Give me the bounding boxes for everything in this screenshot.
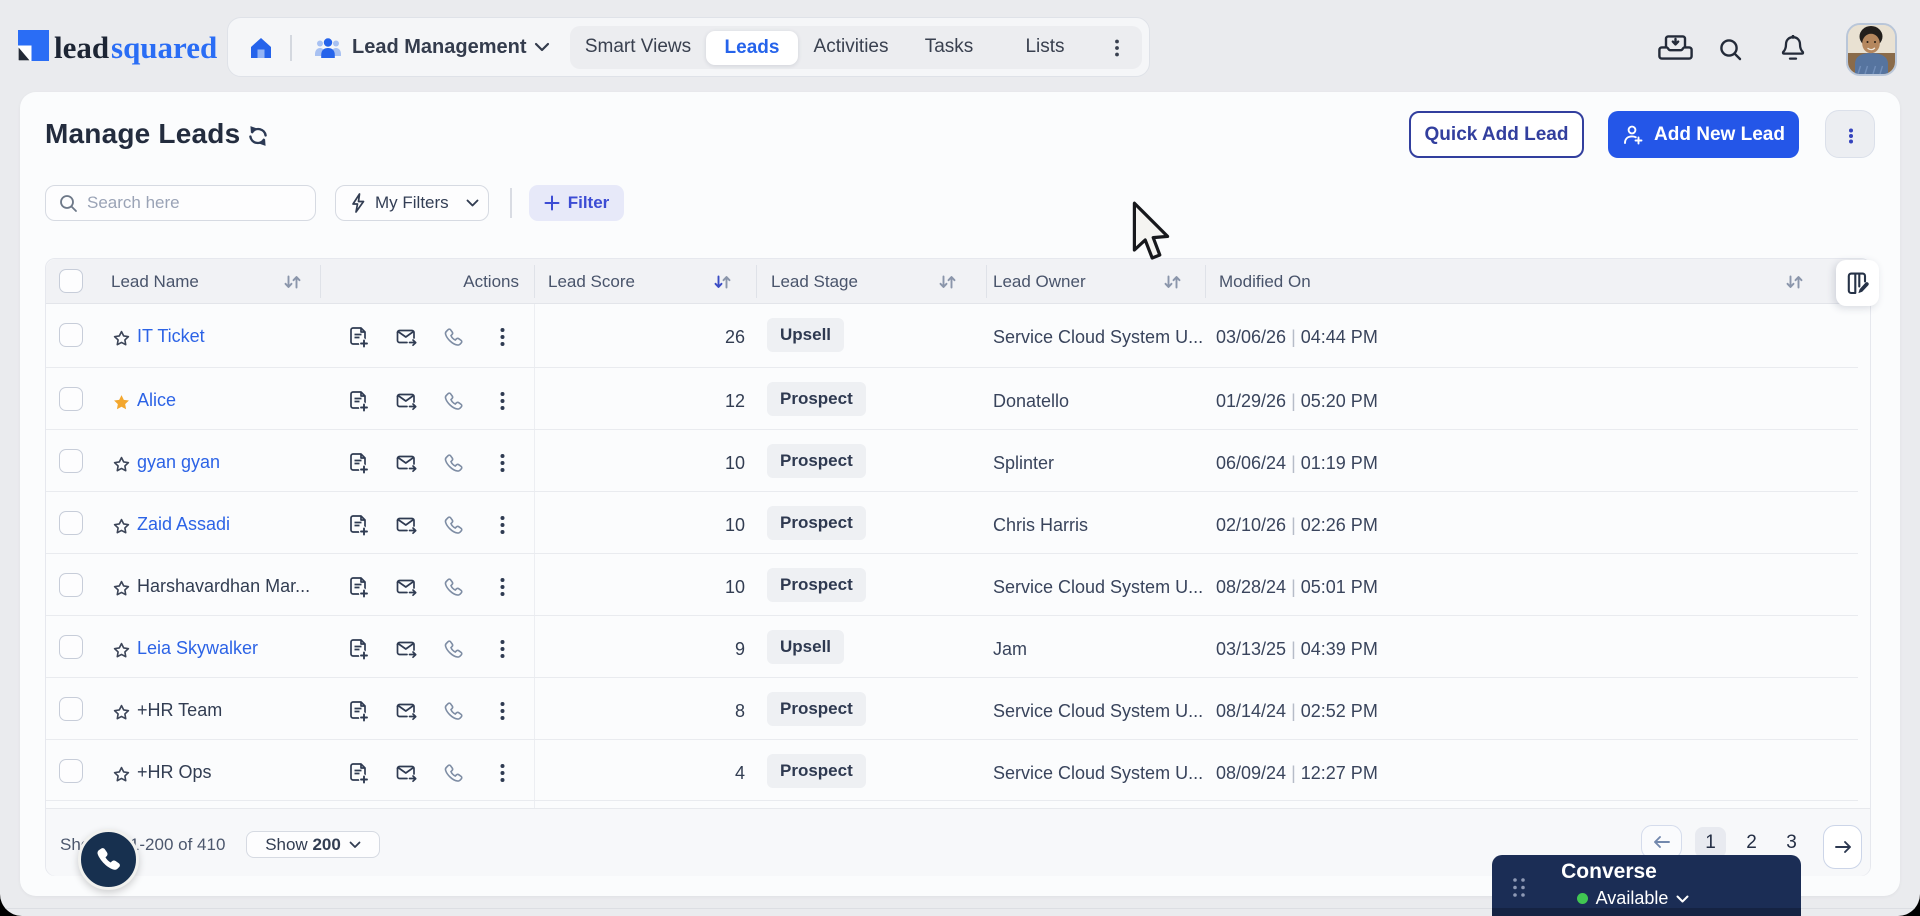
svg-text:squared: squared: [111, 30, 217, 65]
svg-text:lead: lead: [54, 30, 109, 65]
